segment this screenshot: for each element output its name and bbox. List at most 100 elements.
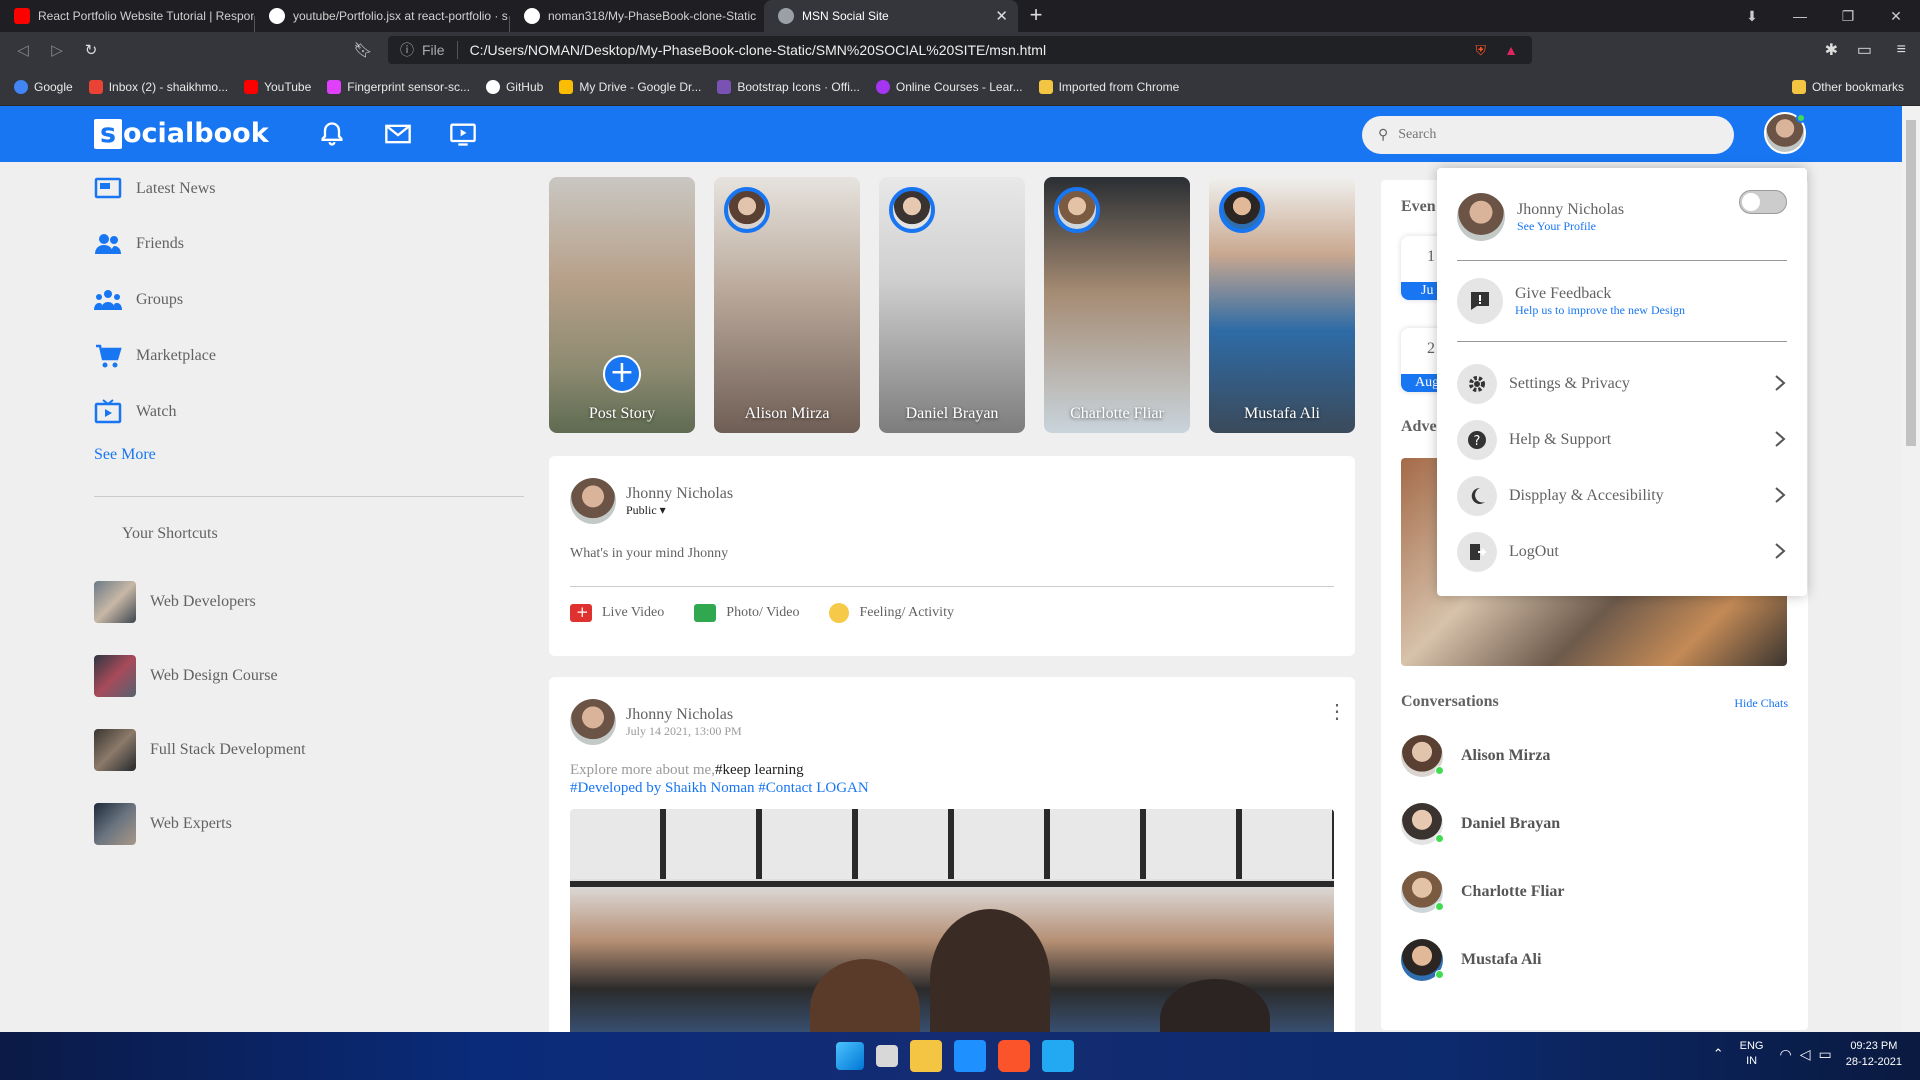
bookmarks-bar: Google Inbox (2) - shaikhmo... YouTube F… bbox=[0, 68, 1920, 106]
page-scrollbar[interactable] bbox=[1902, 106, 1920, 1032]
reload-icon[interactable]: ↻ bbox=[74, 41, 108, 59]
other-bookmarks-folder[interactable]: Other bookmarks bbox=[1791, 79, 1904, 94]
browser-tab[interactable]: noman318/My-PhaseBook-clone-Static bbox=[510, 0, 764, 32]
file-explorer-icon[interactable] bbox=[910, 1040, 942, 1072]
bookmark-item[interactable]: Online Courses - Lear... bbox=[875, 79, 1023, 94]
close-tab-icon[interactable]: ✕ bbox=[995, 7, 1008, 25]
task-view-icon[interactable] bbox=[876, 1045, 898, 1067]
conversation-avatar bbox=[1401, 939, 1444, 981]
wallet-icon[interactable]: ▭ bbox=[1857, 40, 1872, 60]
vscode-icon[interactable] bbox=[1042, 1040, 1074, 1072]
forward-icon[interactable]: ▷ bbox=[40, 41, 74, 59]
conversation-item[interactable]: Daniel Brayan bbox=[1401, 790, 1565, 858]
divider bbox=[94, 496, 524, 497]
post-options-icon[interactable]: ⋮ bbox=[1327, 702, 1347, 722]
new-tab-button[interactable]: + bbox=[1018, 0, 1054, 32]
address-bar[interactable]: ⓘ File C:/Users/NOMAN/Desktop/My-PhaseBo… bbox=[388, 36, 1532, 64]
see-profile-link[interactable]: See Your Profile bbox=[1517, 219, 1624, 234]
menu-profile[interactable]: Jhonny Nicholas See Your Profile bbox=[1457, 188, 1787, 246]
sidebar-item-friends[interactable]: Friends bbox=[94, 216, 524, 272]
brave-shield-icon[interactable]: ⛨ bbox=[1476, 42, 1487, 59]
battery-icon[interactable]: ▭ bbox=[1818, 1046, 1831, 1063]
bookmark-item[interactable]: Inbox (2) - shaikhmo... bbox=[88, 79, 228, 94]
url-text[interactable]: C:/Users/NOMAN/Desktop/My-PhaseBook-clon… bbox=[470, 42, 1047, 58]
windows-start-icon[interactable] bbox=[836, 1042, 864, 1070]
sidebar-item-latest-news[interactable]: Latest News bbox=[94, 162, 524, 216]
bookmark-item[interactable]: YouTube bbox=[244, 79, 311, 94]
socialbook-logo[interactable]: s ocialbook bbox=[94, 118, 269, 149]
close-window-button[interactable]: ✕ bbox=[1872, 8, 1920, 25]
watch-icon bbox=[94, 399, 122, 424]
conversation-item[interactable]: Mustafa Ali bbox=[1401, 926, 1565, 994]
bookmark-folder[interactable]: Imported from Chrome bbox=[1038, 79, 1179, 94]
brave-browser-icon[interactable] bbox=[998, 1040, 1030, 1072]
clock[interactable]: 09:23 PM 28-12-2021 bbox=[1846, 1038, 1902, 1070]
video-icon[interactable] bbox=[449, 120, 477, 148]
story-card[interactable]: Daniel Brayan bbox=[879, 177, 1025, 433]
info-icon[interactable]: ⓘ bbox=[400, 40, 414, 60]
browser-tab-active[interactable]: MSN Social Site ✕ bbox=[764, 0, 1018, 32]
give-feedback-item[interactable]: Give Feedback Help us to improve the new… bbox=[1457, 275, 1787, 327]
shortcut-item[interactable]: Full Stack Development bbox=[94, 713, 524, 787]
sidebar-item-groups[interactable]: Groups bbox=[94, 272, 524, 328]
scrollbar-thumb[interactable] bbox=[1906, 120, 1916, 446]
bookmark-item[interactable]: GitHub bbox=[485, 79, 543, 94]
composer-input[interactable]: What's in your mind Jhonny bbox=[570, 546, 1334, 587]
bookmark-icon[interactable]: 🔖︎ bbox=[346, 41, 380, 59]
post-image[interactable] bbox=[570, 809, 1334, 1032]
groups-icon bbox=[94, 290, 122, 310]
menu-item-display[interactable]: Dispplay & Accesibility bbox=[1457, 468, 1787, 524]
downloads-icon[interactable]: ⬇ bbox=[1728, 8, 1776, 25]
divider bbox=[1457, 260, 1787, 261]
story-card[interactable]: Charlotte Fliar bbox=[1044, 177, 1190, 433]
bell-icon[interactable] bbox=[318, 120, 346, 148]
minimize-button[interactable]: — bbox=[1776, 8, 1824, 24]
search-input[interactable] bbox=[1398, 127, 1699, 143]
menu-item-logout[interactable]: LogOut bbox=[1457, 524, 1787, 580]
see-more-link[interactable]: See More bbox=[94, 446, 524, 472]
bookmark-item[interactable]: Google bbox=[14, 79, 73, 94]
browser-tab[interactable]: React Portfolio Website Tutorial | Respo… bbox=[0, 0, 254, 32]
wifi-icon[interactable]: ◠ bbox=[1779, 1046, 1791, 1063]
menu-item-settings[interactable]: Settings & Privacy bbox=[1457, 356, 1787, 412]
browser-tab[interactable]: youtube/Portfolio.jsx at react-portfolio… bbox=[255, 0, 509, 32]
mail-icon[interactable] bbox=[384, 120, 412, 148]
brave-rewards-icon[interactable]: ▲ bbox=[1504, 42, 1518, 58]
privacy-selector[interactable]: Public ▾ bbox=[626, 503, 733, 518]
add-story-icon[interactable]: + bbox=[603, 355, 641, 393]
post-hashtags[interactable]: #Developed by Shaikh Noman #Contact LOGA… bbox=[570, 780, 869, 796]
story-card[interactable]: Alison Mirza bbox=[714, 177, 860, 433]
window-controls: ⬇ — ❐ ✕ bbox=[1728, 0, 1920, 32]
volume-icon[interactable]: ◁ bbox=[1800, 1046, 1811, 1063]
story-card-post[interactable]: + Post Story bbox=[549, 177, 695, 433]
maximize-button[interactable]: ❐ bbox=[1824, 8, 1872, 25]
photo-video-button[interactable]: Photo/ Video bbox=[694, 603, 799, 623]
system-tray: ⌃ ENG IN ◠ ◁ ▭ 09:23 PM 28-12-2021 bbox=[1713, 1038, 1902, 1070]
conversation-item[interactable]: Charlotte Fliar bbox=[1401, 858, 1565, 926]
shortcut-item[interactable]: Web Design Course bbox=[94, 639, 524, 713]
bookmark-item[interactable]: Bootstrap Icons · Offi... bbox=[717, 79, 860, 94]
sidebar-item-watch[interactable]: Watch bbox=[94, 384, 524, 440]
chevron-up-icon[interactable]: ⌃ bbox=[1713, 1046, 1724, 1062]
language-indicator[interactable]: ENG IN bbox=[1740, 1039, 1764, 1069]
bookmark-item[interactable]: Fingerprint sensor-sc... bbox=[327, 79, 470, 94]
menu-item-help[interactable]: ? Help & Support bbox=[1457, 412, 1787, 468]
profile-avatar[interactable] bbox=[1764, 112, 1806, 154]
live-video-button[interactable]: + Live Video bbox=[570, 603, 664, 623]
conversation-item[interactable]: Alison Mirza bbox=[1401, 722, 1565, 790]
mail-app-icon[interactable] bbox=[954, 1040, 986, 1072]
search-box[interactable]: ⚲ bbox=[1362, 116, 1734, 154]
shortcut-item[interactable]: Web Developers bbox=[94, 565, 524, 639]
drive-icon bbox=[559, 79, 574, 94]
sidebar-item-marketplace[interactable]: Marketplace bbox=[94, 328, 524, 384]
shortcut-item[interactable]: Web Experts bbox=[94, 787, 524, 861]
menu-icon[interactable]: ≡ bbox=[1897, 41, 1906, 59]
dark-mode-toggle[interactable] bbox=[1739, 190, 1787, 214]
story-card[interactable]: Mustafa Ali bbox=[1209, 177, 1355, 433]
composer-user-name: Jhonny Nicholas bbox=[626, 484, 734, 502]
hide-chats-link[interactable]: Hide Chats bbox=[1734, 696, 1788, 711]
feeling-activity-button[interactable]: Feeling/ Activity bbox=[829, 603, 954, 623]
bookmark-item[interactable]: My Drive - Google Dr... bbox=[559, 79, 701, 94]
back-icon[interactable]: ◁ bbox=[6, 41, 40, 59]
extensions-icon[interactable]: ✱ bbox=[1825, 40, 1838, 60]
